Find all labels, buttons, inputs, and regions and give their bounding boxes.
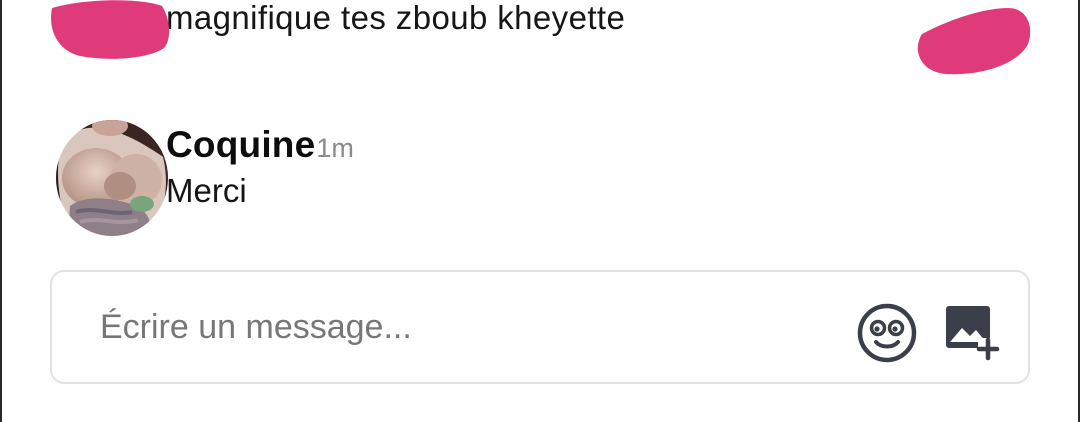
smiley-icon[interactable]: [856, 302, 918, 364]
comment-header: Coquine1m: [166, 124, 354, 166]
redaction-mark-left: [51, 0, 170, 59]
avatar[interactable]: [56, 120, 168, 236]
comment-text: Merci: [166, 172, 247, 209]
message-composer: [50, 270, 1030, 384]
left-frame-border: [0, 0, 2, 422]
add-image-icon[interactable]: [944, 302, 1006, 364]
comment-timestamp: 1m: [316, 133, 354, 163]
previous-message-text: magnifique tes zboub kheyette: [166, 0, 626, 36]
author-name[interactable]: Coquine: [166, 124, 315, 165]
message-input[interactable]: [100, 302, 800, 352]
comment-item: Coquine1m Merci: [56, 120, 656, 240]
redaction-mark-right: [917, 8, 1031, 75]
